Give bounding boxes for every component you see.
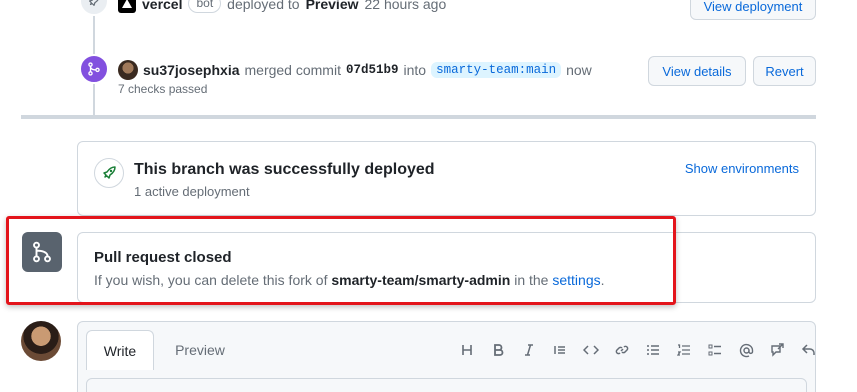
target-branch[interactable]: smarty-team:main [431,62,562,78]
rocket-icon [79,0,109,16]
numbered-list-icon[interactable] [673,339,695,361]
tab-write[interactable]: Write [86,330,154,370]
mention-icon[interactable] [735,339,757,361]
bold-icon[interactable] [487,339,509,361]
merge-into: into [403,62,427,78]
cross-reference-icon[interactable] [766,339,788,361]
deploy-status-subtitle: 1 active deployment [134,184,250,199]
timeline-divider [21,115,816,119]
quote-icon[interactable] [549,339,571,361]
deploy-environment: Preview [305,0,359,12]
merge-actor[interactable]: su37josephxia [143,62,240,78]
avatar[interactable] [21,321,61,361]
deploy-status-title: This branch was successfully deployed [134,161,435,178]
italic-icon[interactable] [518,339,540,361]
commit-sha[interactable]: 07d51b9 [346,63,399,77]
comment-textarea[interactable] [86,378,807,392]
git-merge-icon [79,54,109,84]
branch-owner: smarty-team [436,63,519,77]
rocket-icon [94,158,124,188]
avatar[interactable] [118,60,138,80]
show-environments-link[interactable]: Show environments [685,161,799,176]
bulleted-list-icon[interactable] [642,339,664,361]
heading-icon[interactable] [456,339,478,361]
deploy-actor[interactable]: vercel [142,0,182,12]
deploy-time[interactable]: 22 hours ago [365,0,447,12]
view-deployment-button[interactable]: View deployment [690,0,816,20]
deploy-event-row: vercel bot deployed to Preview 22 hours … [118,0,446,13]
tab-preview[interactable]: Preview [162,330,238,370]
merge-time[interactable]: now [566,62,592,78]
deploy-status-box: This branch was successfully deployed 1 … [77,141,816,216]
branch-name: main [526,63,557,77]
merge-action: merged commit [244,62,341,78]
deploy-action: deployed to [227,0,300,12]
bot-tag: bot [188,0,222,13]
view-details-button[interactable]: View details [648,56,746,86]
link-icon[interactable] [611,339,633,361]
highlight-box [6,216,676,305]
merge-event-row: su37josephxia merged commit 07d51b9 into… [118,60,592,80]
task-list-icon[interactable] [704,339,726,361]
branch-separator: : [518,63,527,77]
vercel-logo-icon [118,0,136,13]
checks-status[interactable]: 7 checks passed [118,82,207,96]
reply-icon[interactable] [797,339,819,361]
markdown-toolbar [456,339,819,361]
revert-button[interactable]: Revert [753,56,816,86]
code-icon[interactable] [580,339,602,361]
